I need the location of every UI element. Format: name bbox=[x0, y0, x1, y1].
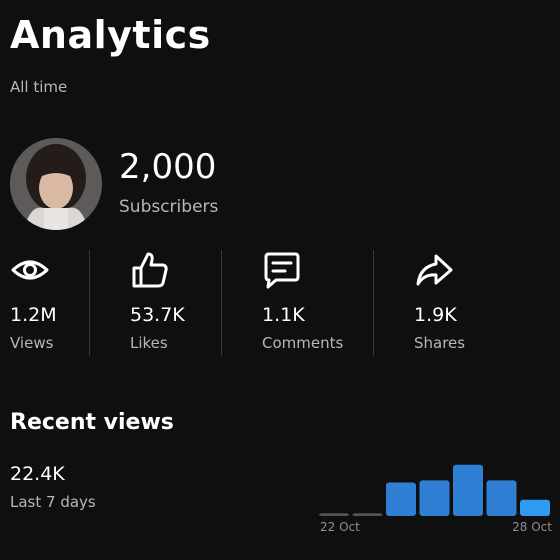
stats-row: 1.2M Views 53.7K Likes 1.1K Comments 1.9… bbox=[0, 246, 560, 360]
stat-divider bbox=[221, 250, 222, 356]
stat-label: Comments bbox=[262, 334, 344, 352]
chart-bar[interactable] bbox=[486, 480, 517, 516]
chart-tick-label: 22 Oct bbox=[320, 520, 360, 534]
share-icon bbox=[416, 254, 453, 286]
time-range-label[interactable]: All time bbox=[10, 78, 67, 96]
bar-chart-svg: 22 Oct 28 Oct bbox=[319, 464, 552, 534]
thumbs-up-icon bbox=[132, 252, 168, 288]
avatar-image bbox=[10, 138, 102, 230]
stat-value: 53.7K bbox=[130, 304, 185, 326]
subscribers-count: 2,000 bbox=[119, 147, 217, 187]
chart-tick-label: 28 Oct bbox=[512, 520, 552, 534]
chart-bar[interactable] bbox=[520, 499, 550, 516]
stat-value: 1.1K bbox=[262, 304, 305, 326]
chart-bar[interactable] bbox=[419, 480, 450, 516]
chart-bar[interactable] bbox=[386, 482, 416, 516]
recent-views-title: Recent views bbox=[10, 410, 174, 435]
stat-divider bbox=[373, 250, 374, 356]
eye-icon bbox=[11, 260, 49, 280]
stat-label: Views bbox=[10, 334, 54, 352]
stat-value: 1.2M bbox=[10, 304, 57, 326]
subscribers-label: Subscribers bbox=[119, 197, 219, 217]
recent-views-chart[interactable]: 22 Oct 28 Oct bbox=[318, 452, 554, 540]
recent-views-value: 22.4K bbox=[10, 463, 65, 485]
stat-label: Likes bbox=[130, 334, 168, 352]
chart-bar[interactable] bbox=[319, 513, 349, 516]
stat-value: 1.9K bbox=[414, 304, 457, 326]
avatar[interactable] bbox=[10, 138, 102, 230]
stat-label: Shares bbox=[414, 334, 466, 352]
page-title: Analytics bbox=[10, 13, 211, 57]
recent-views-period: Last 7 days bbox=[10, 493, 96, 511]
chart-bar[interactable] bbox=[352, 513, 383, 516]
stat-divider bbox=[89, 250, 90, 356]
chart-bar[interactable] bbox=[453, 464, 483, 516]
comment-icon bbox=[264, 252, 300, 289]
